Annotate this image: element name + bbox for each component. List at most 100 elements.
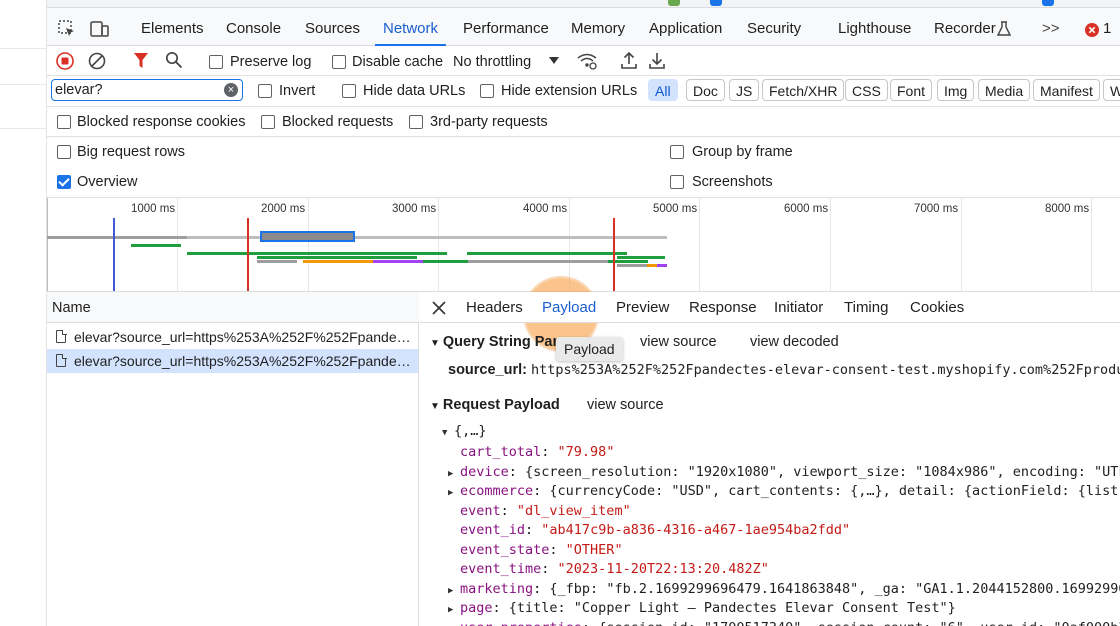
expand-arrow-icon[interactable]: ▶ (448, 488, 460, 498)
throttling-select[interactable]: No throttling (453, 54, 531, 70)
big-request-rows-label: Big request rows (77, 144, 185, 160)
property-key: marketing (460, 580, 534, 597)
devtools-panel: Elements Console Sources Network Perform… (47, 8, 1120, 626)
type-filter-ws[interactable]: W (1103, 79, 1120, 101)
invert-checkbox[interactable] (258, 84, 272, 98)
request-options-row: Blocked response cookies Blocked request… (47, 107, 1120, 137)
tab-preview[interactable]: Preview (616, 299, 669, 316)
tab-recorder[interactable]: Recorder (934, 8, 996, 46)
param-key: source_url: (448, 362, 527, 378)
payload-property[interactable]: ▶ ecommerce: {currencyCode: "USD", cart_c… (448, 483, 1120, 499)
hide-data-urls-checkbox[interactable] (342, 84, 356, 98)
preserve-log-checkbox[interactable] (209, 55, 223, 69)
error-icon[interactable] (1085, 23, 1099, 37)
timeline-selection[interactable] (260, 231, 355, 242)
payload-property[interactable]: ▶user_properties: {session_id: "17005173… (448, 620, 1120, 626)
type-filter-media[interactable]: Media (978, 79, 1031, 101)
expand-arrow-icon[interactable]: ▶ (448, 586, 460, 596)
request-row[interactable]: elevar?source_url=https%253A%252F%252Fpa… (47, 325, 418, 349)
type-filter-all[interactable]: All (648, 79, 678, 101)
timeline-bar (468, 260, 608, 263)
blocked-cookies-label: Blocked response cookies (77, 114, 246, 130)
error-count[interactable]: 1 (1103, 8, 1111, 46)
type-filter-fetch-xhr[interactable]: Fetch/XHR (762, 79, 845, 101)
view-source-link[interactable]: view source (640, 334, 717, 350)
expand-arrow-icon[interactable]: ▶ (448, 605, 460, 615)
filter-field[interactable]: × (51, 79, 243, 101)
query-string-section[interactable]: ▼ Query String Para (430, 334, 566, 350)
filter-icon[interactable] (133, 52, 149, 69)
big-request-rows-checkbox[interactable] (57, 145, 71, 159)
payload-property: event_time: "2023-11-20T22:13:20.482Z" (460, 561, 769, 577)
timeline-tick: 5000 ms (653, 203, 698, 215)
tab-console[interactable]: Console (226, 8, 281, 46)
screen: Elements Console Sources Network Perform… (0, 0, 1120, 626)
close-icon[interactable] (432, 301, 446, 315)
payload-root[interactable]: ▼ {,…} (442, 423, 487, 439)
disable-cache-checkbox[interactable] (332, 55, 346, 69)
type-filter-img[interactable]: Img (937, 79, 975, 101)
search-icon[interactable] (165, 51, 183, 69)
tab-payload[interactable]: Payload (542, 299, 596, 316)
property-key: user_properties (460, 620, 582, 626)
chevron-down-icon[interactable] (549, 57, 559, 65)
tab-performance[interactable]: Performance (463, 8, 549, 46)
payload-property: cart_total: "79.98" (460, 444, 615, 460)
type-filter-font[interactable]: Font (890, 79, 933, 101)
expand-arrow-icon[interactable]: ▶ (448, 469, 460, 479)
group-by-frame-label: Group by frame (692, 144, 793, 160)
property-key: cart_total (460, 444, 542, 460)
view-decoded-link[interactable]: view decoded (750, 334, 839, 350)
overview-checkbox[interactable] (57, 175, 71, 189)
request-payload-section[interactable]: ▼ Request Payload (430, 397, 560, 413)
tab-security[interactable]: Security (747, 8, 801, 46)
timeline-bar (47, 236, 187, 239)
tab-network[interactable]: Network (374, 8, 447, 46)
inspect-element-icon[interactable] (57, 19, 77, 39)
type-filter-css[interactable]: CSS (845, 79, 888, 101)
property-key: event_id (460, 522, 526, 538)
tab-elements[interactable]: Elements (141, 8, 204, 46)
payload-view-source-link[interactable]: view source (587, 397, 664, 413)
tab-application[interactable]: Application (649, 8, 722, 46)
stop-recording-icon[interactable] (56, 52, 74, 70)
more-tabs-chevron[interactable]: >> (1042, 8, 1060, 46)
payload-property[interactable]: ▶ page: {title: "Copper Light – Pandectes… (448, 600, 956, 616)
property-value: {_fbp: "fb.2.1699299696479.1641863848", … (549, 580, 1120, 597)
import-har-icon[interactable] (621, 51, 637, 70)
name-column-header[interactable]: Name (47, 292, 419, 323)
tab-headers[interactable]: Headers (466, 299, 523, 316)
type-filter-js[interactable]: JS (729, 79, 760, 101)
type-filter-doc[interactable]: Doc (686, 79, 725, 101)
tab-lighthouse[interactable]: Lighthouse (838, 8, 911, 46)
filter-input[interactable] (55, 81, 223, 99)
tab-response[interactable]: Response (689, 299, 757, 316)
tab-initiator[interactable]: Initiator (774, 299, 823, 316)
payload-property: event_state: "OTHER" (460, 541, 623, 558)
disable-cache-label: Disable cache (352, 54, 444, 70)
type-filter-manifest[interactable]: Manifest (1033, 79, 1100, 101)
blocked-cookies-checkbox[interactable] (57, 115, 71, 129)
third-party-checkbox[interactable] (409, 115, 423, 129)
tab-timing[interactable]: Timing (844, 299, 888, 316)
export-har-icon[interactable] (649, 51, 665, 70)
property-key: page (460, 600, 493, 616)
timeline-bar (257, 256, 417, 259)
payload-property[interactable]: ▶ device: {screen_resolution: "1920x1080"… (448, 464, 1120, 480)
payload-property[interactable]: ▶ marketing: {_fbp: "fb.2.1699299696479.1… (448, 581, 1120, 597)
preserve-log-label: Preserve log (230, 54, 312, 70)
request-row-selected[interactable]: elevar?source_url=https%253A%252F%252Fpa… (47, 349, 418, 373)
network-conditions-icon[interactable] (577, 52, 597, 70)
hide-extension-urls-checkbox[interactable] (480, 84, 494, 98)
clear-filter-icon[interactable]: × (224, 83, 238, 97)
screenshots-checkbox[interactable] (670, 175, 684, 189)
property-key: event_time (460, 561, 542, 577)
device-toolbar-icon[interactable] (89, 19, 109, 39)
overview-timeline[interactable]: 1000 ms 2000 ms 3000 ms 4000 ms 5000 ms … (47, 198, 1120, 292)
group-by-frame-checkbox[interactable] (670, 145, 684, 159)
blocked-requests-checkbox[interactable] (261, 115, 275, 129)
clear-icon[interactable] (88, 52, 106, 70)
tab-sources[interactable]: Sources (305, 8, 360, 46)
tab-memory[interactable]: Memory (571, 8, 625, 46)
tab-cookies[interactable]: Cookies (910, 299, 964, 316)
